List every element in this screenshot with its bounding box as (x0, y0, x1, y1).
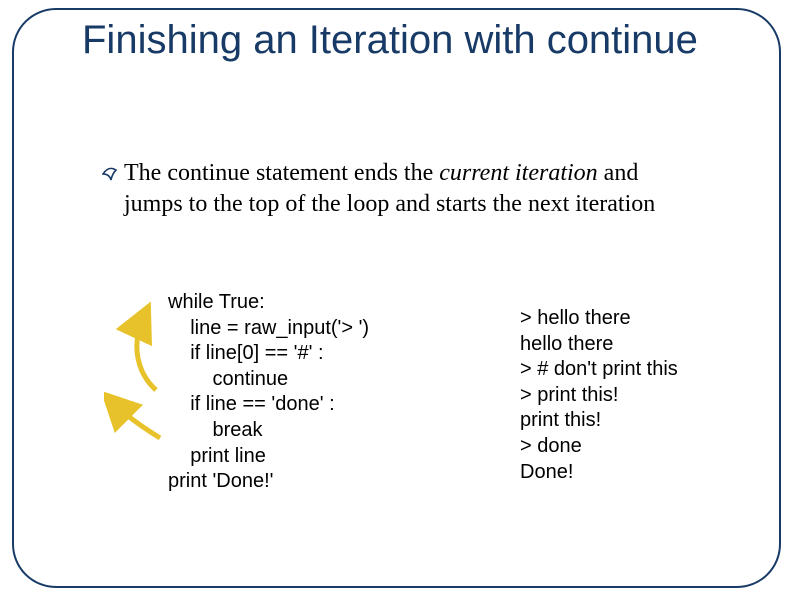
code-block: while True: line = raw_input('> ') if li… (168, 290, 428, 495)
output-block: > hello there hello there > # don't prin… (520, 306, 750, 485)
slide: Finishing an Iteration with continue The… (0, 0, 793, 596)
slide-title: Finishing an Iteration with continue (82, 18, 722, 63)
bullet-text-italic: current iteration (439, 160, 597, 186)
bullet-item: The continue statement ends the current … (102, 158, 702, 219)
bullet-icon (102, 166, 120, 187)
bullet-text-pre: The continue statement ends the (124, 160, 439, 186)
bullet-text: The continue statement ends the current … (124, 158, 702, 219)
